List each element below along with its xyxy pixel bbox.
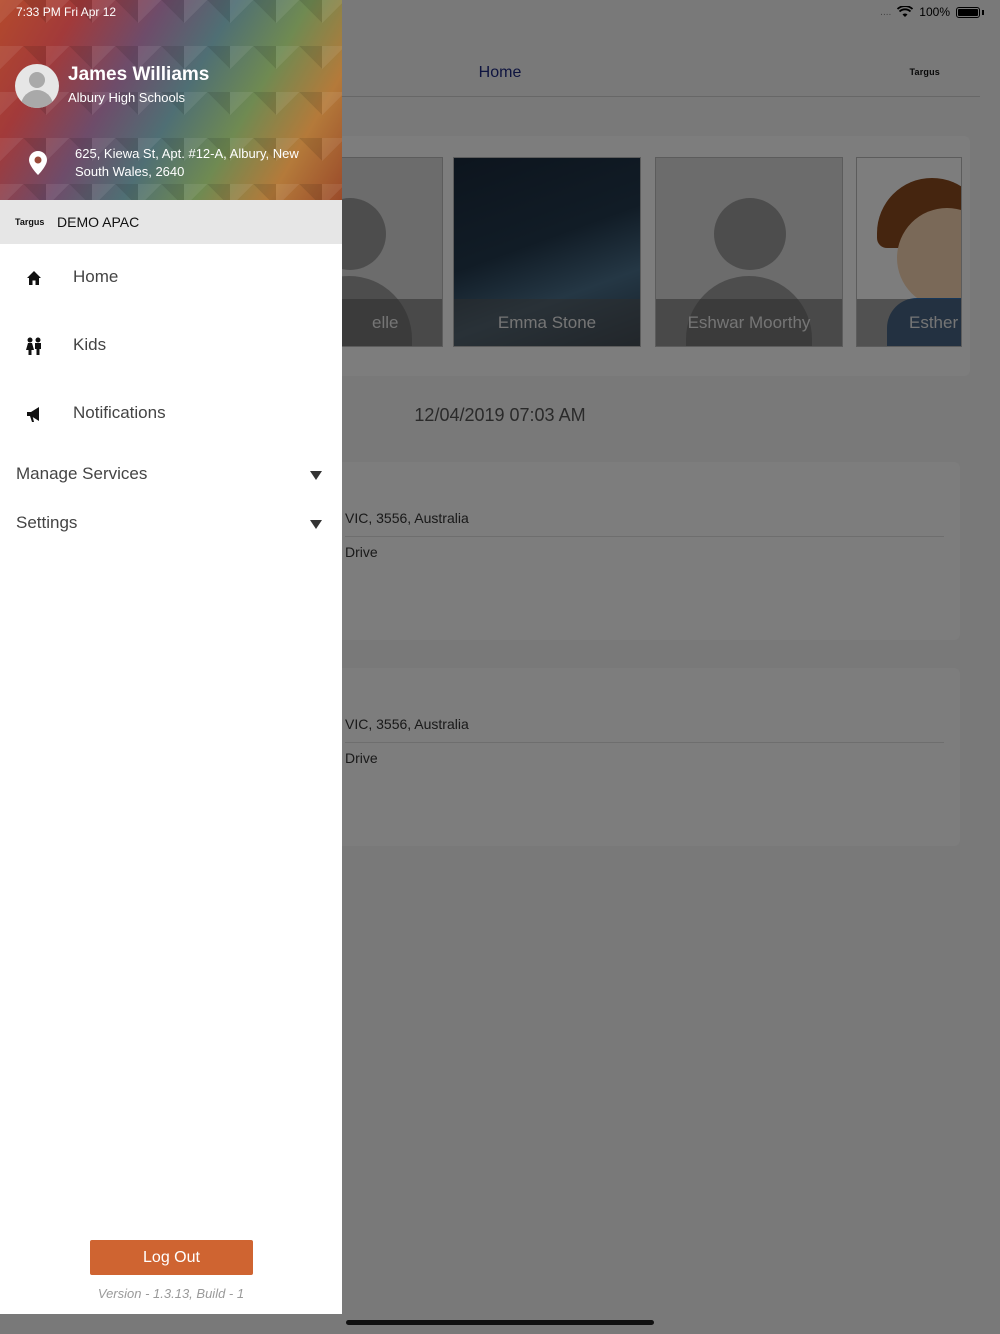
organization-bar: Targus DEMO APAC — [0, 200, 342, 244]
caret-down-icon — [310, 520, 322, 529]
profile-name: James Williams — [68, 64, 210, 85]
drawer-header: 7:33 PM Fri Apr 12 James Williams Albury… — [0, 0, 342, 200]
user-icon — [29, 72, 45, 88]
targus-logo: Targus — [15, 217, 45, 227]
menu-item-kids[interactable]: Kids — [0, 318, 342, 374]
menu-item-label: Notifications — [73, 403, 166, 422]
megaphone-icon — [27, 407, 39, 422]
settings-section[interactable]: Settings — [0, 504, 342, 544]
menu-item-label: Kids — [73, 335, 107, 354]
caret-down-icon — [310, 471, 322, 480]
user-icon-body — [21, 90, 53, 108]
profile-address: 625, Kiewa St, Apt. #12-A, Albury, New S… — [75, 146, 299, 179]
home-indicator[interactable] — [346, 1320, 654, 1325]
menu-item-label: Home — [73, 267, 119, 286]
profile-school: Albury High Schools — [68, 90, 186, 105]
organization-name: DEMO APAC — [57, 214, 140, 230]
status-time: 7:33 PM Fri Apr 12 — [16, 5, 117, 19]
section-label: Settings — [16, 513, 78, 532]
menu-item-home[interactable]: Home — [0, 250, 342, 306]
home-icon — [27, 271, 41, 285]
side-drawer: 7:33 PM Fri Apr 12 James Williams Albury… — [0, 0, 342, 1314]
location-pin-icon — [29, 151, 47, 175]
manage-services-section[interactable]: Manage Services — [0, 455, 342, 495]
kids-icon — [26, 337, 41, 355]
version-label: Version - 1.3.13, Build - 1 — [97, 1286, 245, 1301]
avatar[interactable] — [15, 64, 59, 108]
logout-button[interactable]: Log Out — [90, 1240, 253, 1275]
menu-item-notifications[interactable]: Notifications — [0, 386, 342, 442]
section-label: Manage Services — [16, 464, 148, 483]
